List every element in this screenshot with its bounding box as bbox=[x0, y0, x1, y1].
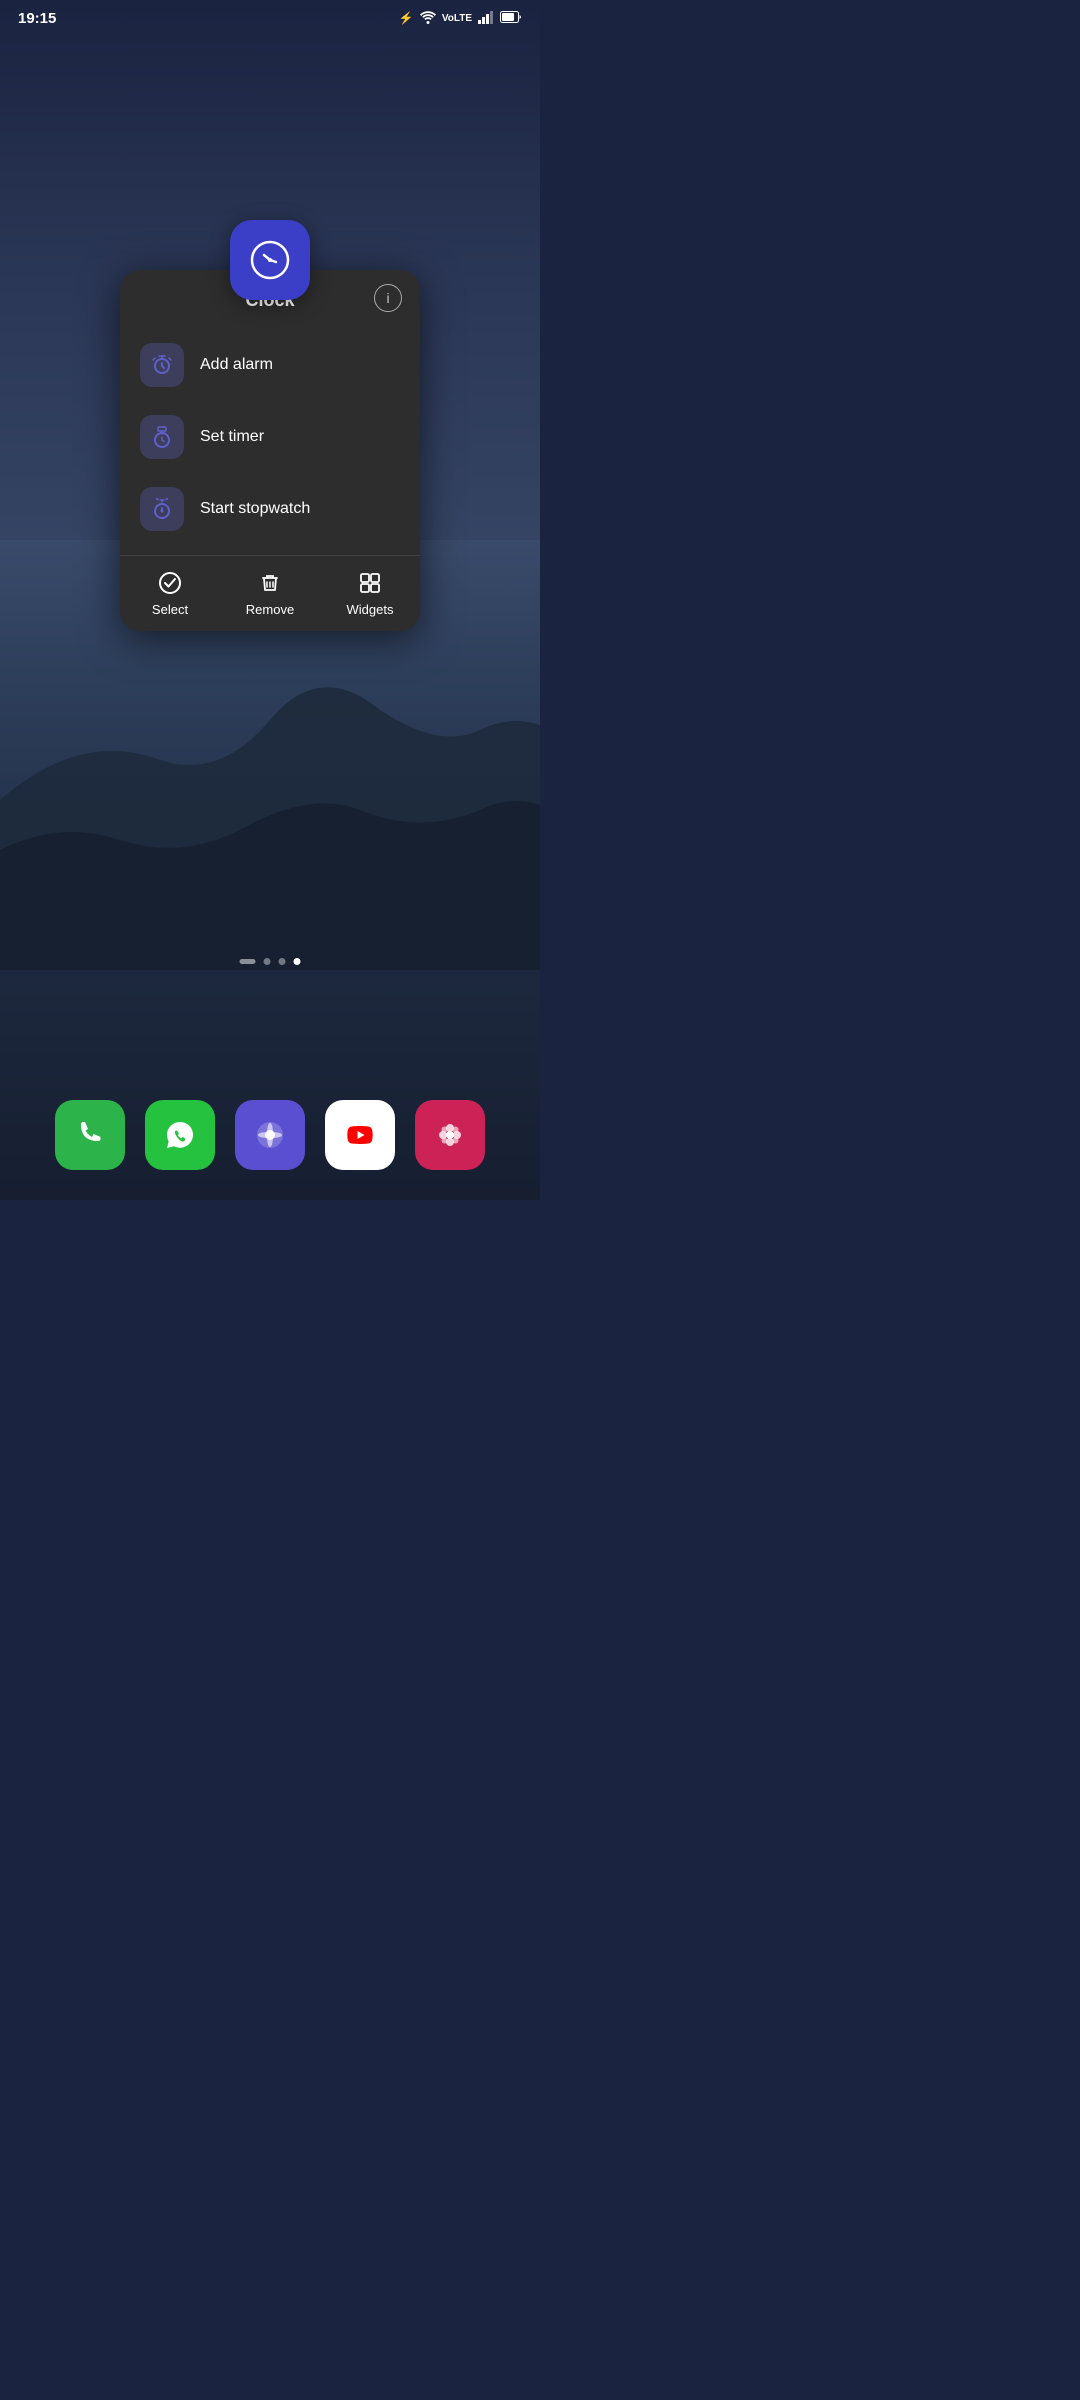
wifi-icon bbox=[420, 10, 436, 27]
select-label: Select bbox=[152, 602, 188, 617]
status-bar: 19:15 ⚡ VoLTE bbox=[0, 0, 540, 36]
widgets-action[interactable]: Widgets bbox=[320, 556, 420, 631]
menu-items: Add alarm Set timer bbox=[120, 325, 420, 555]
start-stopwatch-icon-bg bbox=[140, 487, 184, 531]
set-timer-icon-bg bbox=[140, 415, 184, 459]
youtube-icon bbox=[341, 1116, 379, 1154]
dock bbox=[0, 1100, 540, 1170]
bluetooth-icon: ⚡ bbox=[399, 11, 414, 25]
context-menu: Clock i Add alarm bbox=[120, 270, 420, 631]
widgets-icon bbox=[357, 570, 383, 596]
info-icon: i bbox=[386, 290, 389, 306]
page-indicator bbox=[240, 958, 301, 965]
trash-icon bbox=[257, 570, 283, 596]
select-action[interactable]: Select bbox=[120, 556, 220, 631]
page-dot-1 bbox=[264, 958, 271, 965]
dock-whatsapp-app[interactable] bbox=[145, 1100, 215, 1170]
browser-icon bbox=[251, 1116, 289, 1154]
start-stopwatch-item[interactable]: Start stopwatch bbox=[120, 473, 420, 545]
set-timer-label: Set timer bbox=[200, 428, 264, 446]
flower-icon bbox=[431, 1116, 469, 1154]
page-dot-2 bbox=[279, 958, 286, 965]
info-button[interactable]: i bbox=[374, 284, 402, 312]
status-icons: ⚡ VoLTE bbox=[399, 10, 522, 27]
add-alarm-icon-bg bbox=[140, 343, 184, 387]
battery-icon bbox=[500, 11, 522, 26]
clock-app-icon[interactable] bbox=[230, 220, 310, 300]
volte-icon: VoLTE bbox=[442, 13, 472, 24]
set-timer-item[interactable]: Set timer bbox=[120, 401, 420, 473]
timer-icon bbox=[150, 425, 174, 449]
menu-actions: Select Remove Widgets bbox=[120, 555, 420, 631]
page-dot-active bbox=[294, 958, 301, 965]
add-alarm-item[interactable]: Add alarm bbox=[120, 329, 420, 401]
widgets-label: Widgets bbox=[347, 602, 394, 617]
stopwatch-icon bbox=[150, 497, 174, 521]
signal-icon bbox=[478, 10, 494, 27]
whatsapp-icon bbox=[161, 1116, 199, 1154]
check-circle-icon bbox=[157, 570, 183, 596]
status-time: 19:15 bbox=[18, 10, 56, 27]
remove-label: Remove bbox=[246, 602, 294, 617]
dock-phone-app[interactable] bbox=[55, 1100, 125, 1170]
remove-action[interactable]: Remove bbox=[220, 556, 320, 631]
alarm-icon bbox=[150, 353, 174, 377]
dock-flower-app[interactable] bbox=[415, 1100, 485, 1170]
dock-browser-app[interactable] bbox=[235, 1100, 305, 1170]
page-dot-lines bbox=[240, 959, 256, 964]
dock-youtube-app[interactable] bbox=[325, 1100, 395, 1170]
start-stopwatch-label: Start stopwatch bbox=[200, 500, 310, 518]
phone-icon bbox=[71, 1116, 109, 1154]
add-alarm-label: Add alarm bbox=[200, 356, 273, 374]
